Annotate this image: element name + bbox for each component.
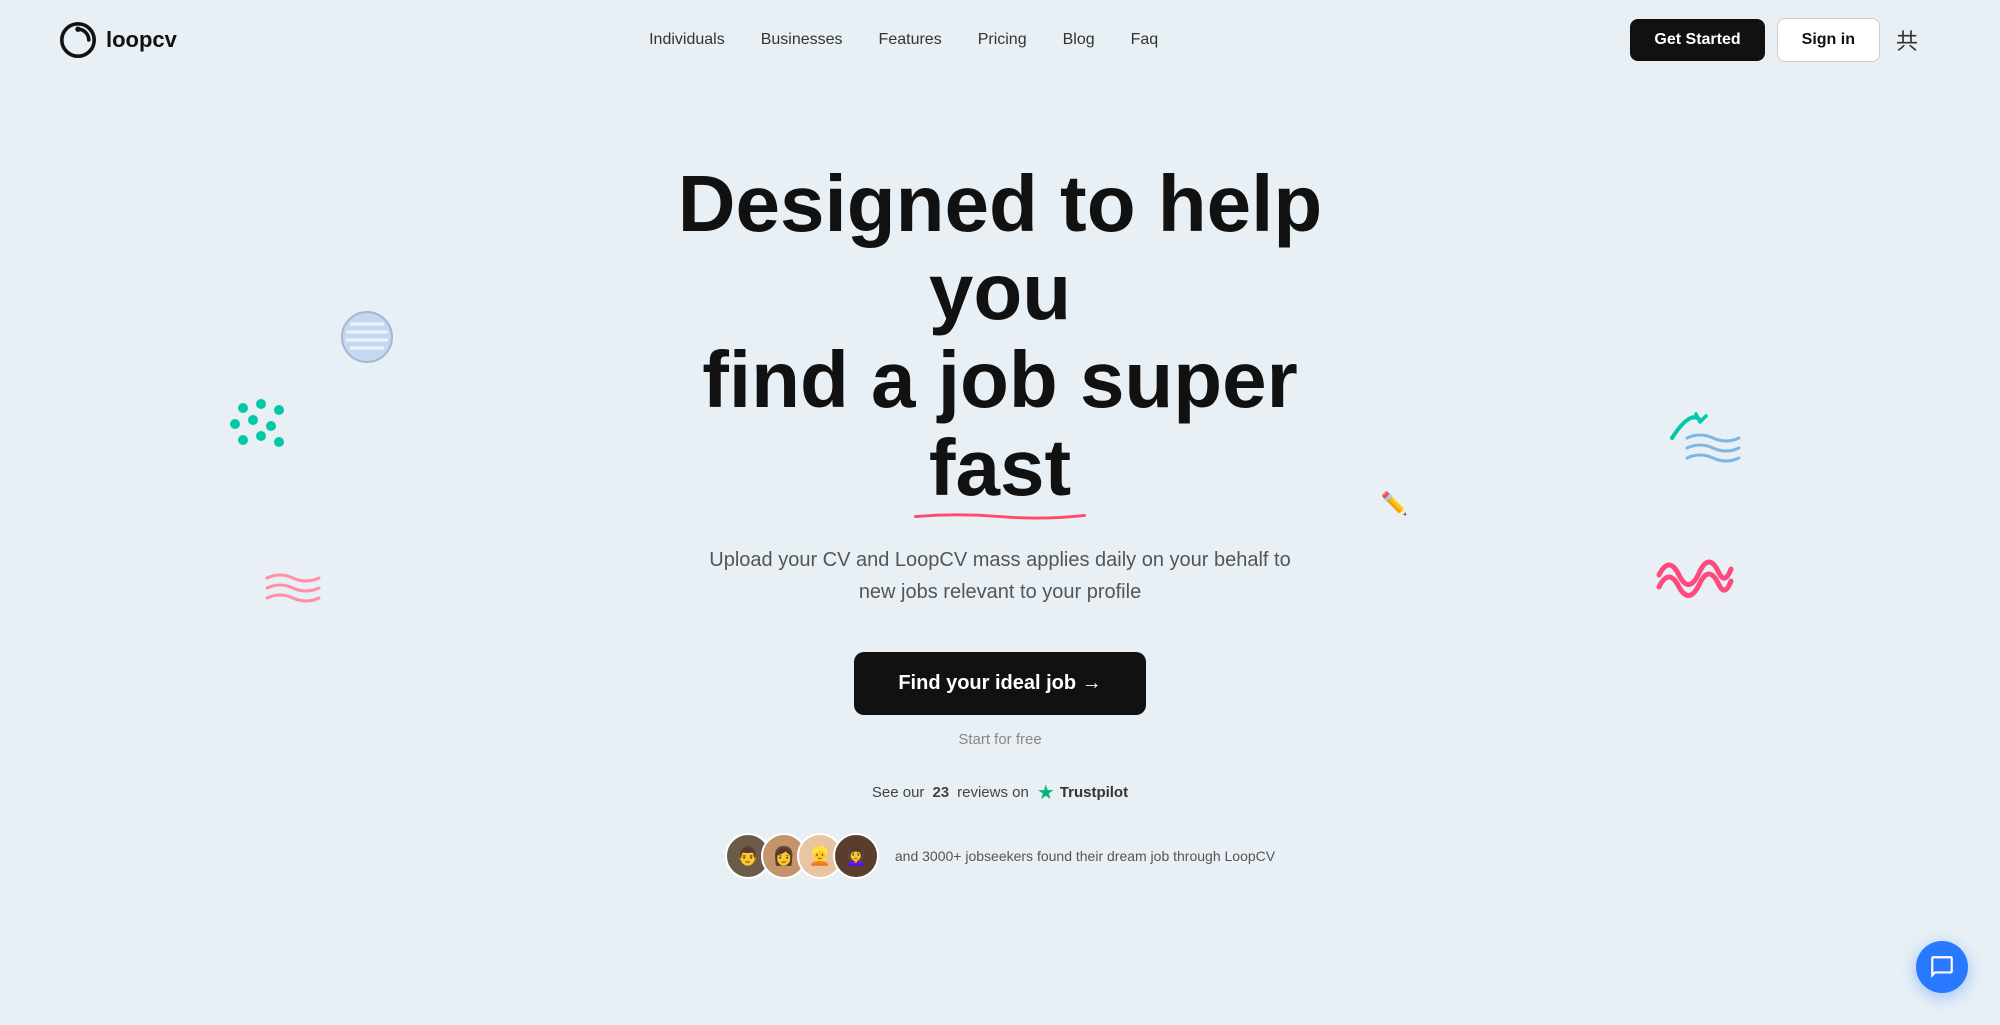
nav-link-blog[interactable]: Blog [1063,31,1095,48]
start-free-label: Start for free [958,731,1041,748]
hero-section: Designed to help you find a job super fa… [0,80,2000,939]
nav-link-faq[interactable]: Faq [1131,31,1159,48]
social-proof: 👨 👩 👱 👩‍🦱 and 3000+ jobseekers found the… [725,833,1275,879]
chat-icon [1929,954,1955,980]
social-proof-text: and 3000+ jobseekers found their dream j… [895,846,1275,867]
logo-text: loopcv [106,27,177,53]
deco-blue-circle [340,310,394,369]
navbar: loopcv Individuals Businesses Features P… [0,0,2000,80]
deco-pink-scribble [1655,545,1735,610]
avatar-4: 👩‍🦱 [833,833,879,879]
trustpilot-star: ★ [1037,780,1055,805]
nav-links: Individuals Businesses Features Pricing … [649,31,1158,49]
trustpilot-count: 23 [932,784,949,801]
deco-teal-dots [225,390,295,465]
hero-title-line2: find a job super fast ✏️ [620,336,1380,512]
nav-link-features[interactable]: Features [879,31,942,48]
nav-link-businesses[interactable]: Businesses [761,31,843,48]
cta-button[interactable]: Find your ideal job → [854,652,1145,715]
deco-blue-waves-right [1685,430,1745,475]
deco-teal-arrow [1662,400,1710,453]
chat-bubble-button[interactable] [1916,941,1968,993]
hero-subtitle: Upload your CV and LoopCV mass applies d… [700,544,1300,608]
trustpilot-brand: Trustpilot [1060,784,1128,801]
pencil-icon: ✏️ [1381,492,1408,516]
nav-link-pricing[interactable]: Pricing [978,31,1027,48]
nav-link-individuals[interactable]: Individuals [649,31,725,48]
deco-pink-waves-left [265,570,325,615]
hero-title-line1: Designed to help you [678,159,1323,336]
logo[interactable]: loopcv [60,22,177,58]
sign-in-button[interactable]: Sign in [1777,18,1880,62]
avatar-group: 👨 👩 👱 👩‍🦱 [725,833,879,879]
get-started-button[interactable]: Get Started [1630,19,1764,61]
trustpilot-suffix: reviews on [957,784,1029,801]
logo-icon [60,22,96,58]
trustpilot-prefix: See our [872,784,925,801]
hero-title: Designed to help you find a job super fa… [620,160,1380,512]
trustpilot-logo[interactable]: ★ Trustpilot [1037,780,1128,805]
trustpilot-row: See our 23 reviews on ★ Trustpilot [872,780,1128,805]
language-icon[interactable]: 共 [1896,24,1940,56]
nav-actions: Get Started Sign in 共 [1630,18,1940,62]
